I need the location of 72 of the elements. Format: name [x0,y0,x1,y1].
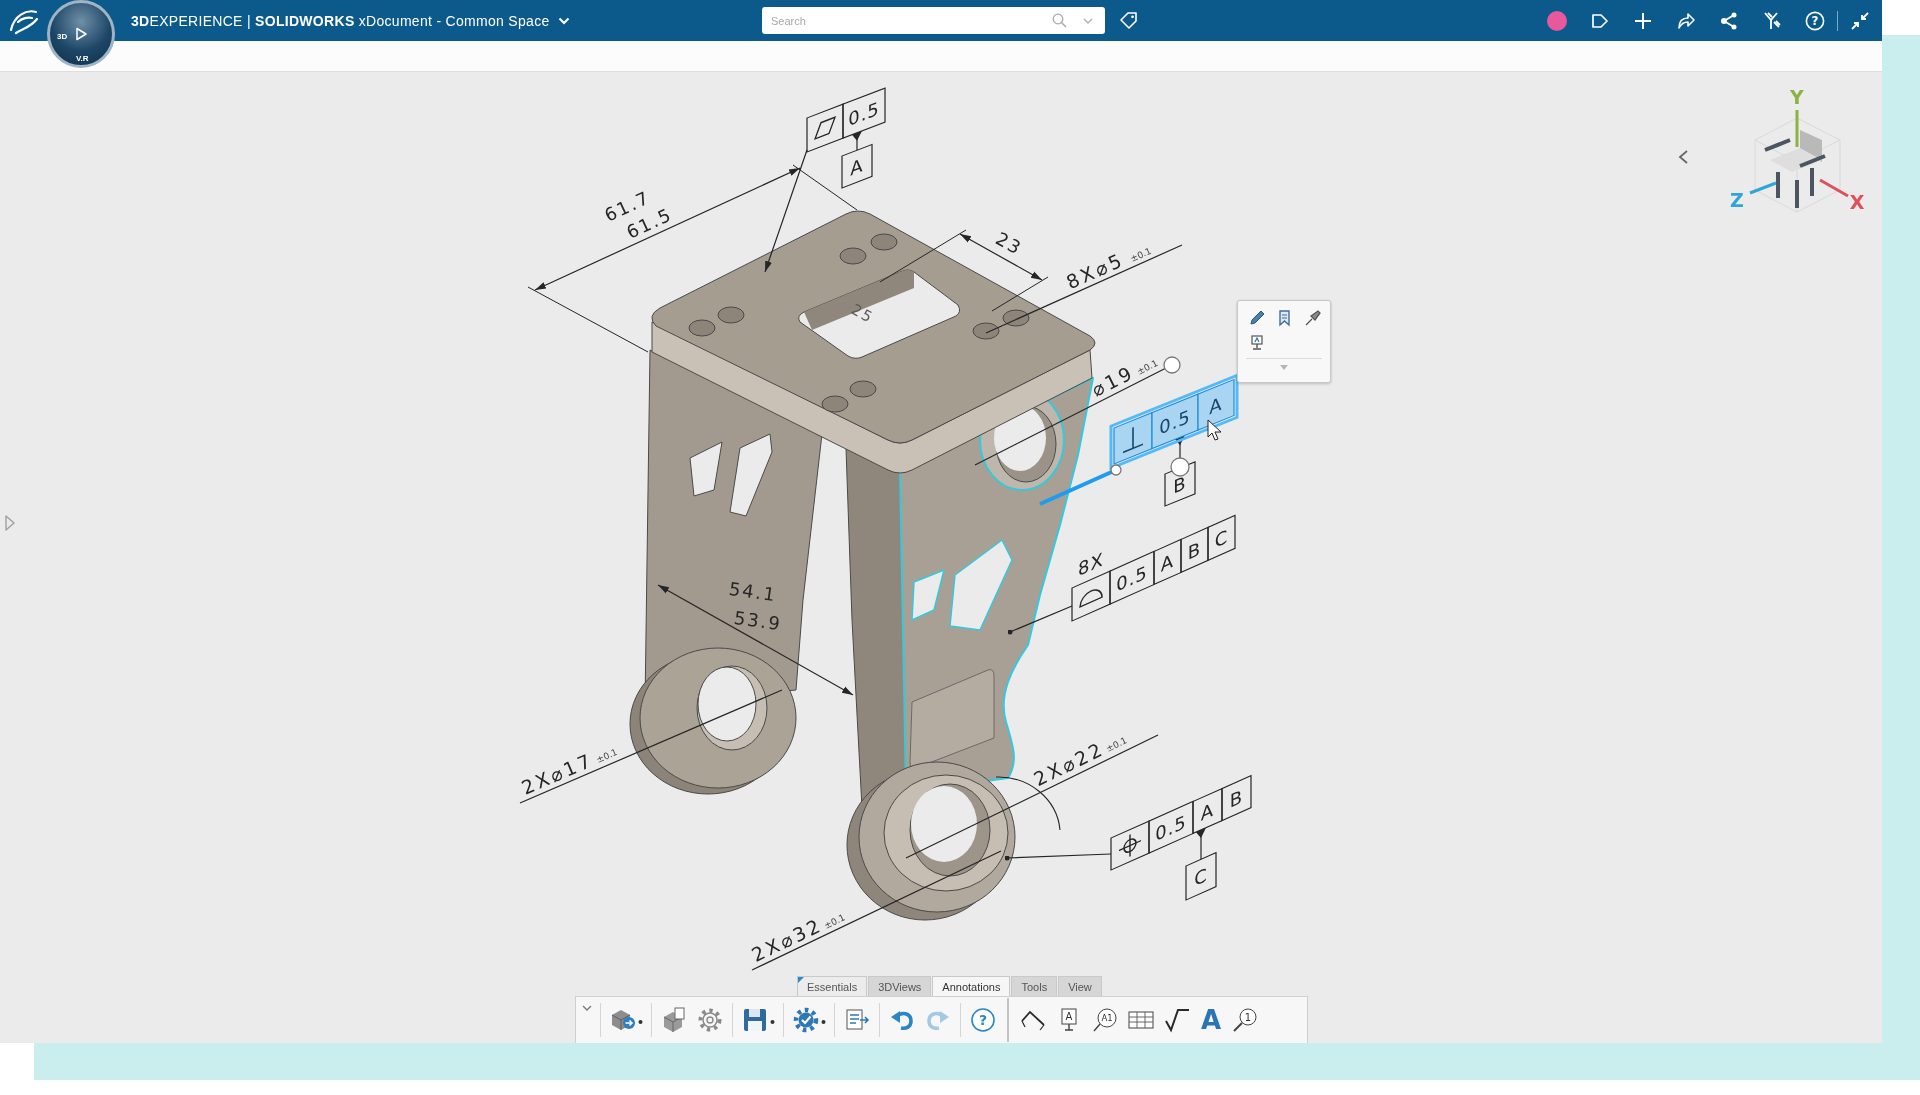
share-nodes-icon[interactable] [1719,10,1739,31]
window-title: 3DEXPERIENCE | SOLIDWORKS xDocument - Common Space [131,12,550,29]
caret-down-icon[interactable] [582,1005,592,1011]
icon-glyph: ? [978,1012,988,1028]
ribbon-tab[interactable]: Annotations [932,976,1011,996]
share-icon[interactable] [1676,10,1696,31]
tolerance-value: 0.5 [1116,560,1148,596]
tolerance-text: ±0.1 [594,747,619,765]
drag-handle[interactable] [1110,464,1122,476]
icon-glyph: A [1065,1011,1073,1022]
branch-icon[interactable] [1762,10,1782,31]
datum-letter: B [1187,536,1202,564]
ribbon-tab[interactable]: Essentials [797,976,868,996]
dimension-value: 54.1 [727,577,779,606]
gear-icon[interactable] [696,1006,724,1034]
icon-glyph: ? [1811,13,1819,28]
hole-size-label: ⌀19 [1087,360,1138,401]
crosshair-icon [1118,833,1142,858]
orientation-cube-drawing[interactable] [1754,117,1841,213]
tag-icon[interactable] [1119,10,1139,31]
pencil-icon[interactable] [1248,309,1266,327]
help-icon[interactable]: ? [1805,10,1825,31]
tolerance-text: ±0.1 [1135,358,1160,377]
ribbon-tab[interactable]: Tools [1011,976,1058,996]
corner-mark-icon [798,977,804,983]
perpendicular-icon [1122,426,1144,454]
tolerance-text: ±0.1 [822,912,847,931]
datum-letter: C [1214,524,1229,552]
feature-count: 8X [1078,547,1104,581]
axis-label: X [1849,191,1865,213]
tolerance-value: 0.5 [848,97,880,131]
dimension-value: 25 [847,300,877,328]
drag-handle[interactable] [1170,457,1190,477]
pin-icon[interactable] [1304,309,1322,327]
datum-letter: A [850,154,864,180]
help-icon[interactable]: ? [969,1006,997,1034]
tolerance-value: 0.5 [1155,810,1187,846]
compass-label[interactable]: V.R [76,54,89,63]
datum-letter: B [1173,471,1187,498]
tolerance-text: ±0.1 [1128,245,1153,264]
square-root-icon[interactable] [1163,1006,1191,1034]
gear-check-icon[interactable] [792,1006,826,1034]
compass-label[interactable]: 3D [57,32,68,41]
datum-letter: A [1160,548,1175,576]
datum-symbol [841,130,873,189]
signboard-icon[interactable] [1248,334,1266,352]
play-icon[interactable] [74,27,88,41]
datum-letter: C [1194,863,1208,891]
tolerance-value: 0.5 [1159,405,1191,439]
text-style-button[interactable]: A [1201,1006,1222,1034]
icon-glyph: 1 [1244,1012,1252,1023]
icon-glyph: A1 [1101,1013,1113,1023]
datum-letter: A [1200,797,1215,825]
collapse-icon[interactable] [1850,10,1870,31]
parallelogram-icon [813,115,837,141]
cursor-icon [1207,419,1222,441]
plus-icon[interactable] [1633,10,1653,31]
axis-label: Z [1730,189,1744,211]
leader-line [1007,605,1073,635]
tolerance-text: ±0.1 [1104,735,1129,754]
axis-label: Y [1790,86,1804,108]
semicircle-icon [1079,589,1103,608]
floppy-disk-icon[interactable] [741,1006,775,1034]
dimension-value: 23 [992,227,1026,259]
extension-line [991,276,1049,312]
dimension-value: 53.9 [732,606,784,635]
ribbon-tab[interactable]: View [1058,976,1102,996]
chevron-left-icon[interactable] [1678,150,1688,164]
ribbon-tab[interactable]: 3DViews [868,976,932,996]
datum-letter: A [1209,392,1223,419]
datum-letter: B [1229,785,1244,812]
drag-handle[interactable] [1163,356,1181,374]
